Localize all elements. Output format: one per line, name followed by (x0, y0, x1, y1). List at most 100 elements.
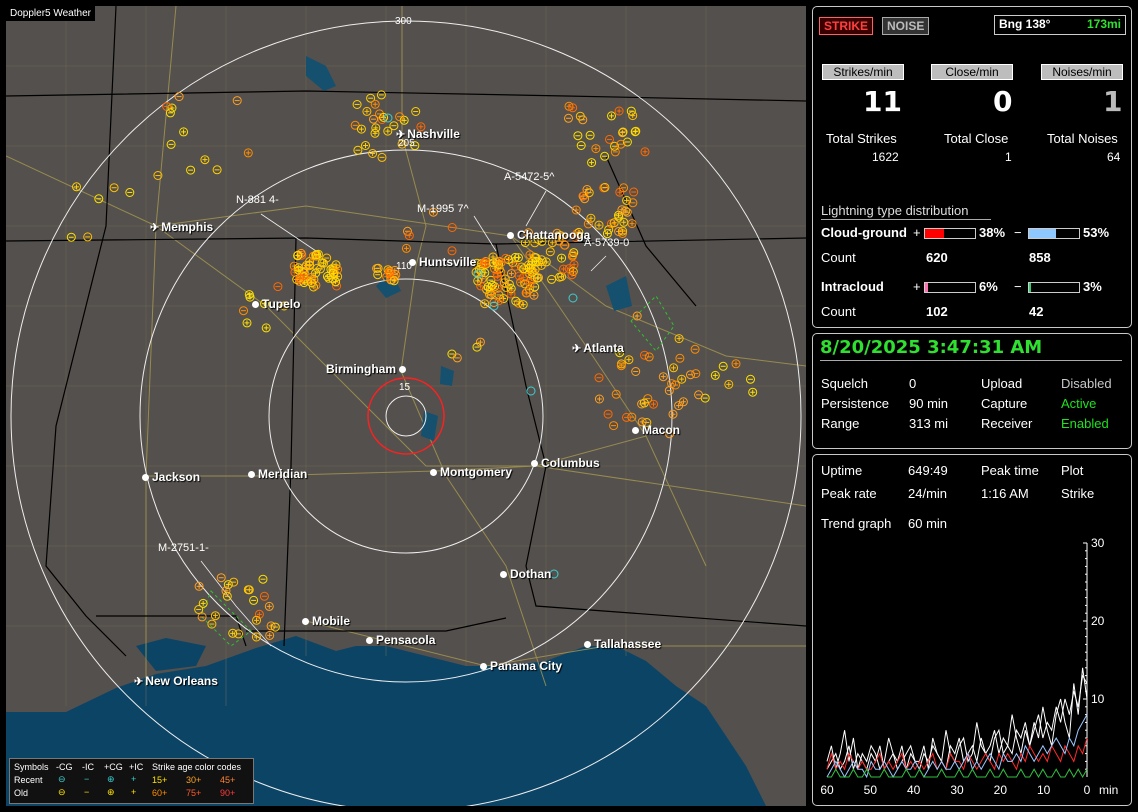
ic-positive-pct: 6% (979, 279, 998, 294)
cg-negative-count: 858 (1029, 250, 1051, 265)
noise-mode-button[interactable]: NOISE (882, 17, 930, 35)
total-close-label: Total Close (944, 131, 1009, 146)
city-dot-icon (399, 366, 407, 374)
legend-age-title: Strike age color codes (152, 762, 242, 772)
plot-selector[interactable]: Strike (1061, 486, 1094, 501)
station-label: A-5472-5^ (504, 171, 555, 183)
city-meridian: Meridian (248, 467, 307, 481)
status-label-persistence: Persistence (821, 396, 889, 411)
city-name: Tallahassee (594, 637, 662, 651)
neg-ic-old-icon: − (84, 787, 90, 797)
pos-ic-recent-icon: + (131, 774, 137, 784)
intracloud-label: Intracloud (821, 279, 884, 294)
city-name: Tupelo (262, 297, 301, 311)
city-atlanta: ✈ Atlanta (572, 341, 624, 355)
city-dot-icon (142, 474, 149, 482)
city-name: Birmingham (326, 362, 397, 376)
city-jackson: Jackson (142, 470, 200, 484)
status-value-squelch: 0 (909, 376, 917, 391)
system-status-panel: 8/20/2025 3:47:31 AM Squelch 0 Upload Disab… (812, 333, 1132, 449)
ic-positive-count: 102 (926, 304, 948, 319)
city-nashville: ✈ Nashville (396, 127, 460, 141)
y-tick-label: 20 (1091, 614, 1105, 628)
status-value2-squelch: Disabled (1061, 376, 1112, 391)
station-label: A-5739-0 (584, 237, 630, 249)
current-datetime: 8/20/2025 3:47:31 AM (820, 337, 1043, 358)
x-tick-label: 30 (950, 783, 964, 797)
city-dot-icon (507, 232, 514, 240)
city-dot-icon (248, 471, 255, 479)
peak-time-label: Peak time (981, 463, 1039, 478)
trend-graph-value[interactable]: 60 min (908, 516, 947, 531)
station-label: M-2751-1- (158, 542, 209, 554)
status-label2-range: Receiver (981, 416, 1033, 431)
cg-negative-bar (1028, 228, 1080, 239)
station-label: M-1995 7^ (417, 203, 469, 215)
city-name: Nashville (407, 127, 460, 141)
city-name: Jackson (152, 470, 201, 484)
city-mobile: Mobile (302, 614, 350, 628)
ic-positive-bar (924, 282, 976, 293)
status-value2-range: Enabled (1061, 416, 1109, 431)
city-tallahassee: Tallahassee (584, 637, 661, 651)
city-name: Mobile (312, 614, 350, 628)
trend-series-0 (826, 667, 1088, 771)
peak-time-value: 1:16 AM (981, 486, 1029, 501)
x-tick-label: 40 (907, 783, 921, 797)
city-name: Montgomery (440, 465, 512, 479)
city-name: Pensacola (376, 633, 436, 647)
city-name: Atlanta (583, 341, 624, 355)
city-panama-city: Panama City (480, 659, 562, 673)
city-dot-icon (409, 259, 416, 267)
city-tupelo: Tupelo (252, 297, 300, 311)
x-tick-label: 50 (864, 783, 878, 797)
x-tick-label: 10 (1037, 783, 1051, 797)
city-dot-icon (584, 641, 591, 649)
strike-mode-button[interactable]: STRIKE (819, 17, 874, 35)
city-dot-icon (480, 663, 487, 671)
legend-row-recent: Recent (14, 775, 43, 785)
cg-positive-sign: + (913, 225, 921, 240)
age-color-15: 15+ (152, 775, 168, 785)
uptime-value: 649:49 (908, 463, 948, 478)
close-per-min-header[interactable]: Close/min (931, 64, 1013, 80)
city-dot-icon (430, 469, 437, 477)
lightning-map[interactable]: Doppler5 Weather 300 205 110 15 ✈ Nashvil… (6, 6, 806, 806)
cg-negative-sign: − (1014, 225, 1022, 240)
status-label-range: Range (821, 416, 860, 431)
status-label2-squelch: Upload (981, 376, 1023, 391)
city-name: Meridian (258, 467, 308, 481)
total-close-value: 1 (1005, 150, 1012, 164)
city-memphis: ✈ Memphis (150, 220, 213, 234)
airport-icon: ✈ (572, 343, 582, 355)
legend-header-neg-cg: -CG (56, 762, 73, 772)
strikes-per-min-header[interactable]: Strikes/min (822, 64, 904, 80)
bar-fill (1029, 229, 1056, 238)
cloud-ground-label: Cloud-ground (821, 225, 907, 240)
city-name: New Orleans (145, 674, 218, 688)
map-canvas[interactable] (6, 6, 806, 806)
x-unit-label: min (1099, 783, 1118, 797)
city-dot-icon (366, 637, 373, 645)
city-birmingham: Birmingham (326, 362, 409, 376)
bar-fill (925, 283, 928, 292)
cg-count-label: Count (821, 250, 856, 265)
ic-negative-count: 42 (1029, 304, 1044, 319)
strikes-per-min-value: 11 (863, 85, 902, 118)
strike-stats-panel: STRIKE NOISE Bng 138° 173mi Strikes/min … (812, 6, 1132, 328)
x-tick-label: 20 (994, 783, 1008, 797)
cg-negative-pct: 53% (1083, 225, 1110, 240)
city-chattanooga: Chattanooga (507, 228, 590, 242)
city-huntsville: Huntsville (409, 255, 476, 269)
noises-per-min-header[interactable]: Noises/min (1041, 64, 1123, 80)
bearing-label: Bng 138° (999, 17, 1051, 31)
cg-positive-count: 620 (926, 250, 948, 265)
status-label-squelch: Squelch (821, 376, 868, 391)
status-divider (820, 360, 1122, 361)
peak-rate-label: Peak rate (821, 486, 877, 501)
age-color-75: 75+ (186, 788, 202, 798)
total-noises-label: Total Noises (1047, 131, 1118, 146)
range-label-300: 300 (395, 16, 412, 27)
trend-chart: 30 20 10 60 50 40 30 20 10 0 min (820, 536, 1118, 797)
city-dot-icon (500, 571, 507, 579)
